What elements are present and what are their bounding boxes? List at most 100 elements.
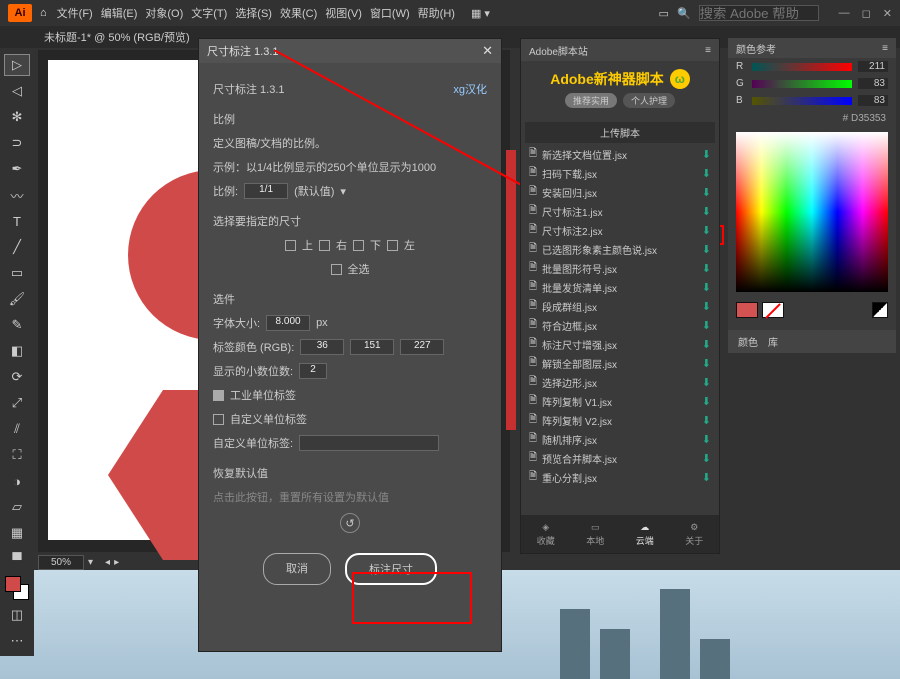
chk-left[interactable] — [387, 240, 398, 251]
script-item[interactable]: 🗎扫码下载.jsx⬇ — [525, 164, 715, 183]
mesh-tool[interactable]: ▦ — [4, 522, 30, 544]
download-icon[interactable]: ⬇ — [702, 262, 711, 275]
decimals-input[interactable]: 2 — [299, 363, 327, 379]
script-item[interactable]: 🗎批量图形符号.jsx⬇ — [525, 259, 715, 278]
download-icon[interactable]: ⬇ — [702, 452, 711, 465]
download-icon[interactable]: ⬇ — [702, 224, 711, 237]
download-icon[interactable]: ⬇ — [702, 243, 711, 256]
download-icon[interactable]: ⬇ — [702, 395, 711, 408]
g-value[interactable]: 83 — [858, 78, 888, 89]
download-icon[interactable]: ⬇ — [702, 205, 711, 218]
custom-unit-input[interactable] — [299, 435, 439, 451]
foreground-color[interactable] — [5, 576, 21, 592]
color-r-input[interactable]: 36 — [300, 339, 344, 355]
nav-next-icon[interactable]: ▸ — [114, 557, 119, 568]
b-slider[interactable] — [752, 97, 852, 105]
restore-icon[interactable]: ↺ — [340, 513, 360, 533]
panel-menu-icon[interactable]: ≡ — [882, 43, 888, 54]
panel-menu-icon[interactable]: ≡ — [705, 45, 711, 56]
g-slider[interactable] — [752, 80, 852, 88]
download-icon[interactable]: ⬇ — [702, 414, 711, 427]
screen-mode-tool[interactable]: ◫ — [4, 604, 30, 626]
chk-right[interactable] — [319, 240, 330, 251]
script-tab-personal[interactable]: 个人护理 — [623, 93, 675, 108]
arrange-icon[interactable]: ▭ — [659, 7, 669, 20]
menu-edit[interactable]: 编辑(E) — [101, 5, 138, 21]
chk-custom-unit[interactable] — [213, 414, 224, 425]
scale-tool[interactable]: ⤢ — [4, 392, 30, 414]
chk-top[interactable] — [285, 240, 296, 251]
b-value[interactable]: 83 — [858, 95, 888, 106]
magic-wand-tool[interactable]: ✻ — [4, 106, 30, 128]
color-g-input[interactable]: 151 — [350, 339, 394, 355]
script-item[interactable]: 🗎段成群组.jsx⬇ — [525, 297, 715, 316]
workspace-icon[interactable]: ▦ ▾ — [471, 7, 490, 20]
color-panel-tab[interactable]: 颜色参考 ≡ — [728, 38, 896, 58]
download-icon[interactable]: ⬇ — [702, 300, 711, 313]
chk-bottom[interactable] — [353, 240, 364, 251]
swatch-current[interactable] — [736, 302, 758, 318]
edit-toolbar[interactable]: ⋯ — [4, 630, 30, 652]
zoom-value[interactable]: 50% — [38, 555, 84, 570]
lasso-tool[interactable]: ⊃ — [4, 132, 30, 154]
download-icon[interactable]: ⬇ — [702, 281, 711, 294]
download-icon[interactable]: ⬇ — [702, 357, 711, 370]
script-item[interactable]: 🗎选择边形.jsx⬇ — [525, 373, 715, 392]
ratio-input[interactable]: 1/1 — [244, 183, 288, 199]
script-item[interactable]: 🗎重心分割.jsx⬇ — [525, 468, 715, 487]
script-item[interactable]: 🗎阵列复制 V2.jsx⬇ — [525, 411, 715, 430]
download-icon[interactable]: ⬇ — [702, 471, 711, 484]
script-item[interactable]: 🗎尺寸标注2.jsx⬇ — [525, 221, 715, 240]
nav-local[interactable]: ▭本地 — [586, 522, 604, 547]
nav-fav[interactable]: ◈收藏 — [537, 522, 555, 547]
type-tool[interactable]: T — [4, 210, 30, 232]
perspective-tool[interactable]: ▱ — [4, 496, 30, 518]
script-panel-titlebar[interactable]: Adobe脚本站 ≡ — [521, 39, 719, 61]
menu-object[interactable]: 对象(O) — [145, 5, 183, 21]
search-input[interactable] — [699, 5, 819, 21]
nav-cloud[interactable]: ☁云端 — [636, 522, 654, 547]
paintbrush-tool[interactable]: 🖌 — [4, 288, 30, 310]
script-tab-recommend[interactable]: 推荐实用 — [565, 93, 617, 108]
menu-select[interactable]: 选择(S) — [235, 5, 272, 21]
document-tab[interactable]: 未标题-1* @ 50% (RGB/预览) — [38, 27, 196, 47]
r-value[interactable]: 211 — [858, 61, 888, 72]
shape-builder-tool[interactable]: ◑ — [4, 470, 30, 492]
close-icon[interactable]: ✕ — [883, 7, 892, 20]
download-icon[interactable]: ⬇ — [702, 148, 711, 161]
shaper-tool[interactable]: ✎ — [4, 314, 30, 336]
selection-tool[interactable]: ▷ — [4, 54, 30, 76]
menu-window[interactable]: 窗口(W) — [370, 5, 410, 21]
dialog-close-icon[interactable]: ✕ — [482, 43, 493, 59]
free-transform-tool[interactable]: ⛶ — [4, 444, 30, 466]
download-icon[interactable]: ⬇ — [702, 186, 711, 199]
chk-industrial[interactable] — [213, 390, 224, 401]
script-item[interactable]: 🗎阵列复制 V1.jsx⬇ — [525, 392, 715, 411]
swatch-none[interactable] — [762, 302, 784, 318]
hex-value[interactable]: D35353 — [851, 113, 886, 124]
rectangle-tool[interactable]: ▭ — [4, 262, 30, 284]
maximize-icon[interactable]: ◻ — [862, 7, 871, 20]
menu-effect[interactable]: 效果(C) — [280, 5, 317, 21]
download-icon[interactable]: ⬇ — [702, 319, 711, 332]
swatch-bw[interactable] — [872, 302, 888, 318]
script-item[interactable]: 🗎安装回归.jsx⬇ — [525, 183, 715, 202]
script-item[interactable]: 🗎随机排序.jsx⬇ — [525, 430, 715, 449]
minimize-icon[interactable]: — — [839, 7, 850, 20]
eraser-tool[interactable]: ◧ — [4, 340, 30, 362]
script-item[interactable]: 🗎已选图形象素主颜色说.jsx⬇ — [525, 240, 715, 259]
lib-tab-color[interactable]: 颜色 — [738, 334, 758, 349]
pen-tool[interactable]: ✒ — [4, 158, 30, 180]
color-b-input[interactable]: 227 — [400, 339, 444, 355]
download-icon[interactable]: ⬇ — [702, 376, 711, 389]
download-icon[interactable]: ⬇ — [702, 338, 711, 351]
script-item[interactable]: 🗎尺寸标注1.jsx⬇ — [525, 202, 715, 221]
ratio-dropdown-icon[interactable]: ▾ — [340, 185, 346, 198]
script-item[interactable]: 🗎预览合并脚本.jsx⬇ — [525, 449, 715, 468]
font-size-input[interactable]: 8.000 — [266, 315, 310, 331]
script-item[interactable]: 🗎符合边框.jsx⬇ — [525, 316, 715, 335]
ok-button[interactable]: 标注尺寸 — [345, 553, 437, 585]
home-icon[interactable]: ⌂ — [40, 7, 47, 19]
width-tool[interactable]: ⫽ — [4, 418, 30, 440]
script-item[interactable]: 🗎批量发货清单.jsx⬇ — [525, 278, 715, 297]
